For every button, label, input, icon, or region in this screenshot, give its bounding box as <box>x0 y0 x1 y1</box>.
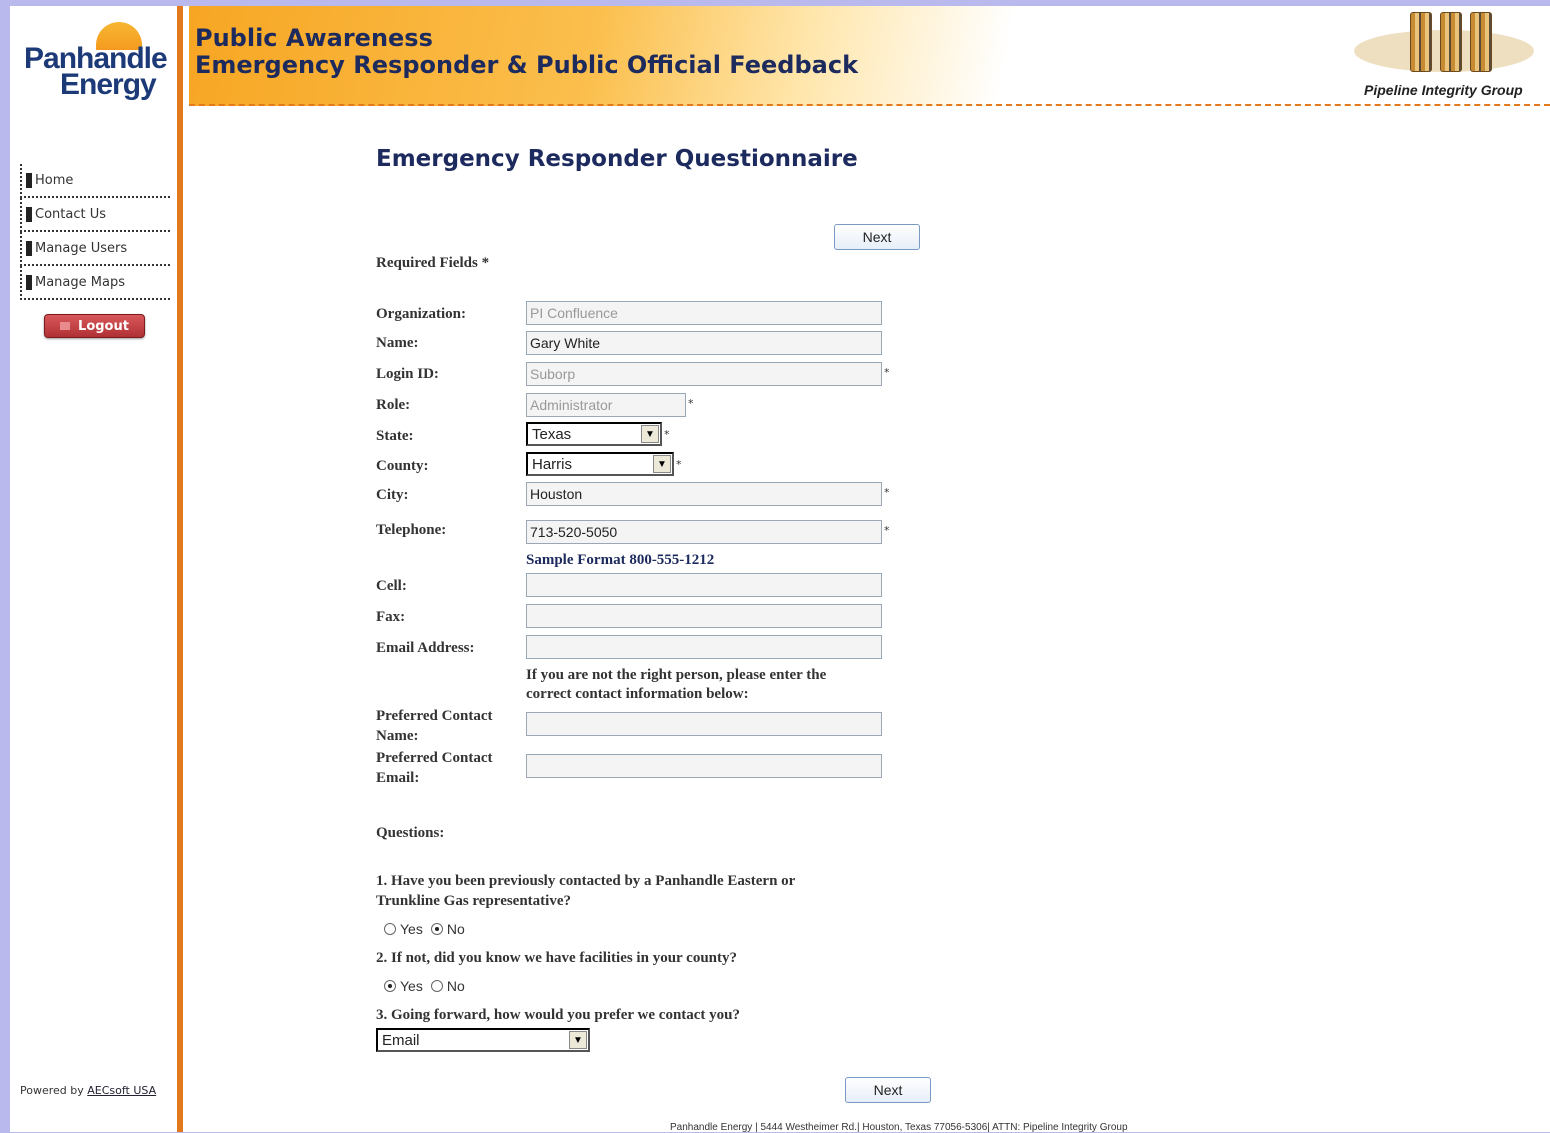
fax-label: Fax: <box>376 609 406 625</box>
login-id-field[interactable]: Suborp <box>526 362 882 386</box>
sidebar-item-label: Manage Users <box>35 240 128 256</box>
page-frame: Panhandle Energy Home Contact Us Manage … <box>10 6 1550 1133</box>
q1-no-label: No <box>446 921 465 937</box>
required-mark: * <box>884 524 890 537</box>
contact-preference-value: Email <box>382 1031 420 1049</box>
q1-no-radio[interactable] <box>430 923 443 935</box>
county-select[interactable]: Harris ▼ <box>526 452 674 476</box>
state-select[interactable]: Texas ▼ <box>526 422 662 446</box>
pipe-icon <box>1440 12 1462 72</box>
email-label: Email Address: <box>376 640 475 656</box>
county-value: Harris <box>532 455 572 473</box>
bullet-icon <box>26 240 32 256</box>
bullet-icon <box>26 206 32 222</box>
pipe-icon <box>1470 12 1492 72</box>
preferred-email-label-line2: Email: <box>376 770 420 786</box>
preferred-contact-name-field[interactable] <box>526 712 882 736</box>
county-label: County: <box>376 458 429 474</box>
logout-label: Logout <box>78 318 129 334</box>
required-fields-label: Required Fields * <box>376 255 490 271</box>
fax-field[interactable] <box>526 604 882 628</box>
login-id-label: Login ID: <box>376 366 439 382</box>
sidebar-item-contact-us[interactable]: Contact Us <box>20 198 170 232</box>
panhandle-energy-logo: Panhandle Energy <box>24 20 174 110</box>
sidebar-item-label: Home <box>35 172 74 188</box>
preferred-contact-email-field[interactable] <box>526 754 882 778</box>
required-mark: * <box>884 486 890 499</box>
required-mark: * <box>688 397 694 410</box>
preferred-email-label-line1: Preferred Contact <box>376 750 493 766</box>
sidebar-item-label: Manage Maps <box>35 274 125 290</box>
logout-icon <box>60 322 71 330</box>
questions-heading: Questions: <box>376 825 445 841</box>
q2-yes-label: Yes <box>400 978 423 994</box>
next-button-bottom[interactable]: Next <box>845 1077 931 1103</box>
organization-field[interactable]: PI Confluence <box>526 301 882 325</box>
required-mark: * <box>884 366 890 379</box>
bullet-icon <box>26 274 32 290</box>
role-field[interactable]: Administrator <box>526 393 686 417</box>
question-3: 3. Going forward, how would you prefer w… <box>376 1007 741 1023</box>
pipe-icon <box>1410 12 1432 72</box>
logout-button[interactable]: Logout <box>44 314 145 338</box>
question-2-options: Yes No <box>376 978 465 994</box>
chevron-down-icon[interactable]: ▼ <box>653 455 671 473</box>
powered-by: Powered by AECsoft USA <box>20 1084 156 1097</box>
chevron-down-icon[interactable]: ▼ <box>569 1031 587 1049</box>
sidebar-nav: Home Contact Us Manage Users Manage Maps <box>20 164 170 300</box>
required-mark: * <box>676 458 682 471</box>
question-2: 2. If not, did you know we have faciliti… <box>376 950 738 966</box>
cell-label: Cell: <box>376 578 407 594</box>
q1-yes-radio[interactable] <box>384 923 396 935</box>
question-1-options: Yes No <box>376 921 465 937</box>
name-field[interactable]: Gary White <box>526 331 882 355</box>
state-value: Texas <box>532 425 572 443</box>
required-mark: * <box>664 428 670 441</box>
bullet-icon <box>26 172 32 188</box>
sidebar-item-home[interactable]: Home <box>20 164 170 198</box>
city-label: City: <box>376 487 409 503</box>
question-1-line1: 1. Have you been previously contacted by… <box>376 873 796 889</box>
telephone-label: Telephone: <box>376 522 447 538</box>
cell-field[interactable] <box>526 573 882 597</box>
sidebar-item-manage-maps[interactable]: Manage Maps <box>20 266 170 300</box>
telephone-field[interactable]: 713-520-5050 <box>526 520 882 544</box>
organization-label: Organization: <box>376 306 466 322</box>
footer-address: Panhandle Energy | 5444 Westheimer Rd.| … <box>670 1122 1128 1133</box>
preferred-name-label-line1: Preferred Contact <box>376 708 493 724</box>
q1-yes-label: Yes <box>400 921 423 937</box>
contact-note-line1: If you are not the right person, please … <box>526 667 827 683</box>
email-field[interactable] <box>526 635 882 659</box>
contact-note-line2: correct contact information below: <box>526 686 749 702</box>
telephone-format-hint: Sample Format 800-555-1212 <box>526 552 715 568</box>
name-label: Name: <box>376 335 419 351</box>
sidebar-item-label: Contact Us <box>35 206 106 222</box>
next-button-top[interactable]: Next <box>834 224 920 250</box>
state-label: State: <box>376 428 414 444</box>
contact-preference-select[interactable]: Email ▼ <box>376 1028 590 1052</box>
city-field[interactable]: Houston <box>526 482 882 506</box>
sidebar-item-manage-users[interactable]: Manage Users <box>20 232 170 266</box>
powered-prefix: Powered by <box>20 1084 88 1097</box>
partner-name: Pipeline Integrity Group <box>1364 82 1523 98</box>
main-content: Emergency Responder Questionnaire Next R… <box>376 6 1276 1132</box>
q2-yes-radio[interactable] <box>384 980 396 992</box>
logo-line2: Energy <box>60 68 157 101</box>
role-label: Role: <box>376 397 411 413</box>
sidebar: Panhandle Energy Home Contact Us Manage … <box>10 6 183 1132</box>
pipeline-integrity-group-logo: Pipeline Integrity Group <box>1350 10 1540 100</box>
q2-no-radio[interactable] <box>430 980 443 992</box>
question-1-line2: Trunkline Gas representative? <box>376 893 571 909</box>
aecsoft-link[interactable]: AECsoft USA <box>87 1084 156 1097</box>
preferred-name-label-line2: Name: <box>376 728 419 744</box>
page-title: Emergency Responder Questionnaire <box>376 146 858 172</box>
chevron-down-icon[interactable]: ▼ <box>641 425 659 443</box>
q2-no-label: No <box>446 978 465 994</box>
